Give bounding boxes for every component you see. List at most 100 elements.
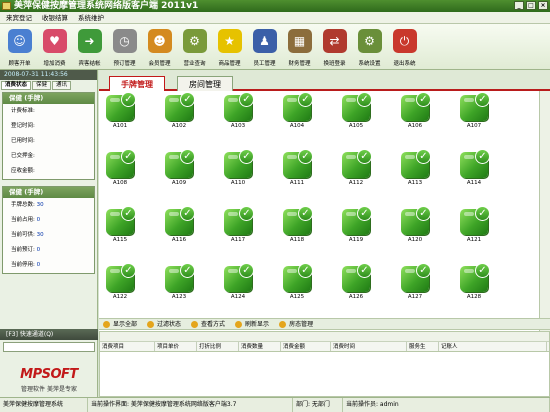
- room-A106[interactable]: ✓ A106: [400, 92, 431, 129]
- room-A128[interactable]: ✓ A128: [459, 263, 490, 300]
- checkmark-icon: ✓: [475, 92, 490, 107]
- room-number: A120: [407, 237, 423, 243]
- checkmark-icon: ✓: [121, 206, 136, 221]
- tab-rooms[interactable]: 房间管理: [177, 76, 233, 91]
- main-tabs: 手牌管理 房间管理: [99, 70, 550, 91]
- room-available-icon: ✓: [106, 149, 136, 178]
- room-A127[interactable]: ✓ A127: [400, 263, 431, 300]
- menu-guest-register[interactable]: 来宾登记: [6, 12, 32, 23]
- toolbar-button-11[interactable]: ⏻ 退出系统: [387, 24, 422, 70]
- toolbar-button-0[interactable]: ☺ 顾客开单: [2, 24, 37, 70]
- tab-communication[interactable]: 通讯: [52, 81, 72, 90]
- room-A123[interactable]: ✓ A123: [164, 263, 195, 300]
- room-A113[interactable]: ✓ A113: [400, 149, 431, 186]
- room-available-icon: ✓: [165, 149, 195, 178]
- checkmark-icon: ✓: [475, 206, 490, 221]
- toolbar-button-5[interactable]: ⚙ 营业查询: [177, 24, 212, 70]
- room-A101[interactable]: ✓ A101: [105, 92, 136, 129]
- field-deposit: 已交押金:: [11, 153, 35, 159]
- col-discount[interactable]: 打折比例: [197, 342, 239, 351]
- tab-consumption-status[interactable]: 消费状态: [1, 81, 32, 90]
- toolbar-button-3[interactable]: ◷ 预订管理: [107, 24, 142, 70]
- col-unit-price[interactable]: 项目单价: [155, 342, 197, 351]
- col-waiter[interactable]: 服务生: [407, 342, 439, 351]
- room-A109[interactable]: ✓ A109: [164, 149, 195, 186]
- status-interface: 当前操作界面: 美萍保健按摩管理系统网络版客户端3.7: [88, 398, 293, 412]
- menu-system-maintenance[interactable]: 系统维护: [78, 12, 104, 23]
- table-header: 消费项目 项目单价 打折比例 消费数量 消费金额 消费时间 服务生 记账人: [100, 342, 549, 352]
- clock-icon: ◷: [112, 29, 137, 53]
- toolbar-button-4[interactable]: ☻ 会员管理: [142, 24, 177, 70]
- status-bar: 美萍保健按摩管理系统 当前操作界面: 美萍保健按摩管理系统网络版客户端3.7 部…: [0, 397, 550, 412]
- room-A121[interactable]: ✓ A121: [459, 206, 490, 243]
- room-status-icon: [279, 320, 287, 328]
- toolbar-button-9[interactable]: ⇄ 换班登录: [317, 24, 352, 70]
- status-panel-title: 保健 (手牌): [3, 93, 94, 104]
- refresh-icon: [235, 320, 243, 328]
- tab-hand-tag[interactable]: 手牌管理: [109, 76, 165, 91]
- toolbar-label: 商品管理: [218, 61, 241, 67]
- minimize-button[interactable]: _: [514, 1, 524, 10]
- room-A108[interactable]: ✓ A108: [105, 149, 136, 186]
- field-disabled: 当前停用: 0: [11, 262, 41, 268]
- filter-status-button[interactable]: 过滤状态: [147, 319, 181, 329]
- toolbar-button-7[interactable]: ♟ 员工管理: [247, 24, 282, 70]
- room-A103[interactable]: ✓ A103: [223, 92, 254, 129]
- title-bar: 美萍保健按摩管理系统网络版客户端 2011v1 _ □ ×: [0, 0, 550, 12]
- calculator-icon: ▦: [287, 29, 312, 53]
- col-time[interactable]: 消费时间: [331, 342, 407, 351]
- quick-channel-title: [F3] 快速通道(Q): [0, 329, 98, 340]
- field-occupied: 当前占用: 0: [11, 217, 41, 223]
- col-bookkeeper[interactable]: 记账人: [439, 342, 547, 351]
- room-A105[interactable]: ✓ A105: [341, 92, 372, 129]
- room-A104[interactable]: ✓ A104: [282, 92, 313, 129]
- toolbar-button-2[interactable]: ➜ 宾客结帐: [72, 24, 107, 70]
- room-A111[interactable]: ✓ A111: [282, 149, 313, 186]
- checkmark-icon: ✓: [239, 149, 254, 164]
- show-all-button[interactable]: 显示全部: [103, 319, 137, 329]
- view-mode-button[interactable]: 查看方式: [191, 319, 225, 329]
- room-A102[interactable]: ✓ A102: [164, 92, 195, 129]
- room-A115[interactable]: ✓ A115: [105, 206, 136, 243]
- toolbar-button-8[interactable]: ▦ 财务管理: [282, 24, 317, 70]
- close-button[interactable]: ×: [538, 1, 548, 10]
- room-A126[interactable]: ✓ A126: [341, 263, 372, 300]
- checkmark-icon: ✓: [180, 149, 195, 164]
- room-A116[interactable]: ✓ A116: [164, 206, 195, 243]
- toolbar-button-6[interactable]: ★ 商品管理: [212, 24, 247, 70]
- room-A119[interactable]: ✓ A119: [341, 206, 372, 243]
- room-A122[interactable]: ✓ A122: [105, 263, 136, 300]
- room-number: A127: [407, 294, 423, 300]
- left-sidebar: 2008-07-31 11:43:56 消费状态 保健 通讯 保健 (手牌) 计…: [0, 70, 98, 397]
- menu-cashier[interactable]: 收银结算: [42, 12, 68, 23]
- room-number: A107: [466, 123, 482, 129]
- toolbar-button-1[interactable]: ♥ 增加消费: [37, 24, 72, 70]
- room-A110[interactable]: ✓ A110: [223, 149, 254, 186]
- toolbar-button-10[interactable]: ⚙ 系统设置: [352, 24, 387, 70]
- room-status-button[interactable]: 房态管理: [279, 319, 313, 329]
- room-A112[interactable]: ✓ A112: [341, 149, 372, 186]
- room-number: A117: [230, 237, 246, 243]
- checkmark-icon: ✓: [357, 149, 372, 164]
- room-number: A103: [230, 123, 246, 129]
- refresh-button[interactable]: 刷新显示: [235, 319, 269, 329]
- room-A120[interactable]: ✓ A120: [400, 206, 431, 243]
- toolbar: ☺ 顾客开单 ♥ 增加消费 ➜ 宾客结帐 ◷ 预订管理 ☻ 会员管理 ⚙ 营业查询 ★ 商品管理 ♟ 员工管理…: [0, 24, 550, 70]
- room-A124[interactable]: ✓ A124: [223, 263, 254, 300]
- quick-channel-input[interactable]: [3, 342, 95, 352]
- col-amount[interactable]: 消费金额: [281, 342, 331, 351]
- summary-panel-title: 保健 (手牌): [3, 187, 94, 198]
- status-operator: 当前操作员: admin: [343, 398, 550, 412]
- room-A117[interactable]: ✓ A117: [223, 206, 254, 243]
- room-available-icon: ✓: [165, 206, 195, 235]
- tab-health[interactable]: 保健: [32, 81, 52, 90]
- checkmark-icon: ✓: [416, 149, 431, 164]
- room-A118[interactable]: ✓ A118: [282, 206, 313, 243]
- maximize-button[interactable]: □: [526, 1, 536, 10]
- room-A107[interactable]: ✓ A107: [459, 92, 490, 129]
- room-A114[interactable]: ✓ A114: [459, 149, 490, 186]
- field-available: 当前可供: 30: [11, 232, 44, 238]
- col-quantity[interactable]: 消费数量: [239, 342, 281, 351]
- col-item[interactable]: 消费项目: [100, 342, 155, 351]
- room-A125[interactable]: ✓ A125: [282, 263, 313, 300]
